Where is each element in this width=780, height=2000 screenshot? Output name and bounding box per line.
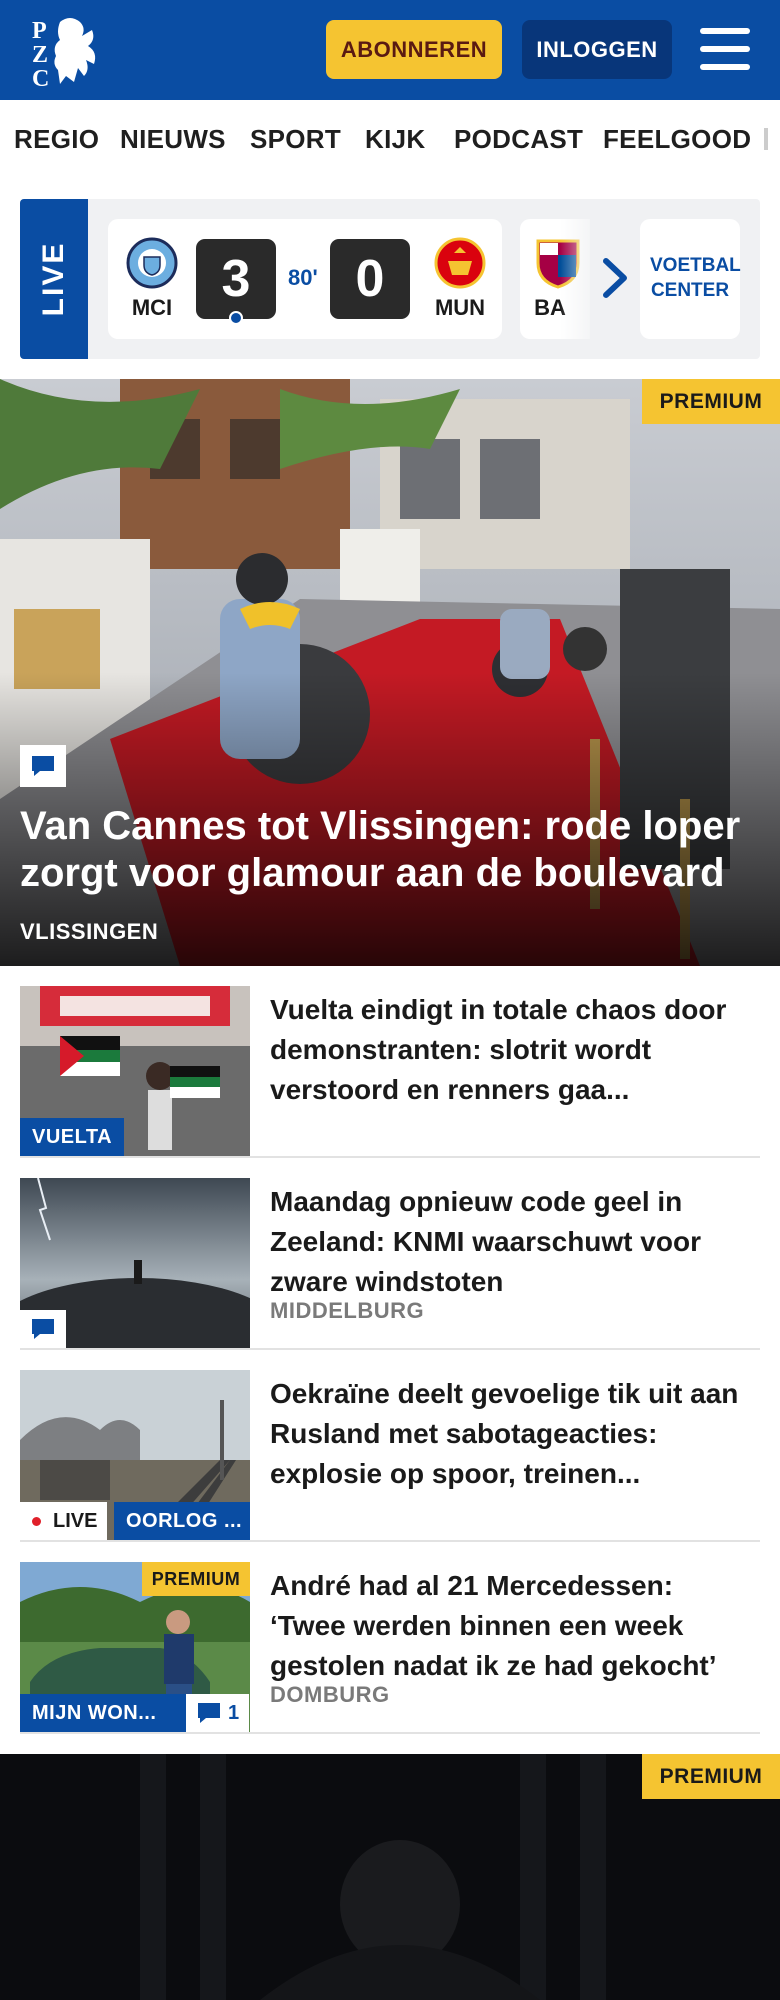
- live-dot-icon: [32, 1516, 41, 1526]
- premium-badge: PREMIUM: [642, 1754, 780, 1799]
- comment-icon: [20, 745, 66, 787]
- comment-icon: [198, 1703, 220, 1723]
- article-title[interactable]: Vuelta eindigt in totale chaos door demo…: [270, 990, 750, 1110]
- list-item[interactable]: PREMIUM MIJN WON... 1 André had al 21 Me…: [20, 1542, 760, 1734]
- away-team-code: MUN: [434, 295, 486, 320]
- svg-text:Z: Z: [32, 42, 48, 68]
- premium-badge: PREMIUM: [642, 379, 780, 424]
- article-thumbnail: VUELTA: [20, 986, 250, 1156]
- home-team-code: MCI: [131, 295, 173, 320]
- nav-item-podcast[interactable]: PODCAST: [454, 124, 583, 155]
- possession-dot: [229, 311, 243, 325]
- svg-text:C: C: [32, 66, 49, 90]
- article-location: MIDDELBURG: [270, 1298, 425, 1323]
- nav-item-feelgood[interactable]: FEELGOOD: [603, 124, 751, 155]
- list-item[interactable]: Maandag opnieuw code geel in Zeeland: KN…: [20, 1158, 760, 1350]
- category-tag[interactable]: OORLOG ...: [114, 1502, 250, 1540]
- article-thumbnail: LIVE OORLOG ...: [20, 1370, 250, 1540]
- nav-item-regio[interactable]: REGIO: [14, 124, 99, 155]
- site-header: P Z C ABONNEREN INLOGGEN: [0, 0, 780, 100]
- category-tag[interactable]: VUELTA: [20, 1118, 125, 1156]
- nav-item-kijk[interactable]: KIJK: [365, 124, 425, 155]
- mun-crest-icon: [434, 237, 486, 289]
- category-tag[interactable]: MIJN WON...: [20, 1694, 186, 1732]
- live-label: LIVE: [20, 199, 88, 359]
- nav-item-nieuws[interactable]: NIEUWS: [120, 124, 226, 155]
- mci-crest-icon: [126, 237, 178, 289]
- match-minute: 80': [288, 265, 318, 290]
- svg-text:P: P: [32, 18, 47, 44]
- premium-article-teaser[interactable]: PREMIUM: [0, 1754, 780, 2000]
- live-badge: LIVE: [20, 1502, 108, 1540]
- nav-overflow-hint: [764, 128, 768, 150]
- article-location: DOMBURG: [270, 1682, 390, 1707]
- list-item[interactable]: VUELTA Vuelta eindigt in totale chaos do…: [20, 966, 760, 1158]
- article-title[interactable]: André had al 21 Mercedessen: ‘Twee werde…: [270, 1566, 750, 1686]
- article-thumbnail: PREMIUM MIJN WON... 1: [20, 1562, 250, 1732]
- comment-icon: [20, 1310, 66, 1348]
- voetbal-center-link[interactable]: VOETBAL CENTER: [640, 219, 741, 339]
- premium-badge: PREMIUM: [142, 1562, 250, 1596]
- hamburger-menu-icon[interactable]: [700, 28, 750, 70]
- hero-location: VLISSINGEN: [20, 919, 159, 944]
- match-card[interactable]: MCI 3 80' 0 MUN: [108, 219, 502, 339]
- hero-title[interactable]: Van Cannes tot Vlissingen: rode loper zo…: [20, 803, 760, 897]
- away-score: 0: [330, 239, 410, 319]
- article-title[interactable]: Maandag opnieuw code geel in Zeeland: KN…: [270, 1182, 750, 1302]
- article-title[interactable]: Oekraïne deelt gevoelige tik uit aan Rus…: [270, 1374, 750, 1494]
- site-logo[interactable]: P Z C: [30, 14, 110, 92]
- main-navigation: REGIO NIEUWS SPORT KIJK PODCAST FEELGOOD: [0, 100, 780, 180]
- live-scores-bar: LIVE MCI 3 80' 0 MUN BA VOETBAL CENTER: [20, 199, 760, 359]
- article-thumbnail: [20, 1178, 250, 1348]
- login-button[interactable]: INLOGGEN: [522, 20, 672, 79]
- comment-count[interactable]: 1: [186, 1694, 250, 1732]
- home-score: 3: [196, 239, 276, 325]
- list-item[interactable]: LIVE OORLOG ... Oekraïne deelt gevoelige…: [20, 1350, 760, 1542]
- hero-article[interactable]: PREMIUM Van Cannes tot Vlissingen: rode …: [0, 379, 780, 966]
- subscribe-button[interactable]: ABONNEREN: [326, 20, 502, 79]
- chevron-right-icon[interactable]: [598, 255, 632, 301]
- nav-item-sport[interactable]: SPORT: [250, 124, 341, 155]
